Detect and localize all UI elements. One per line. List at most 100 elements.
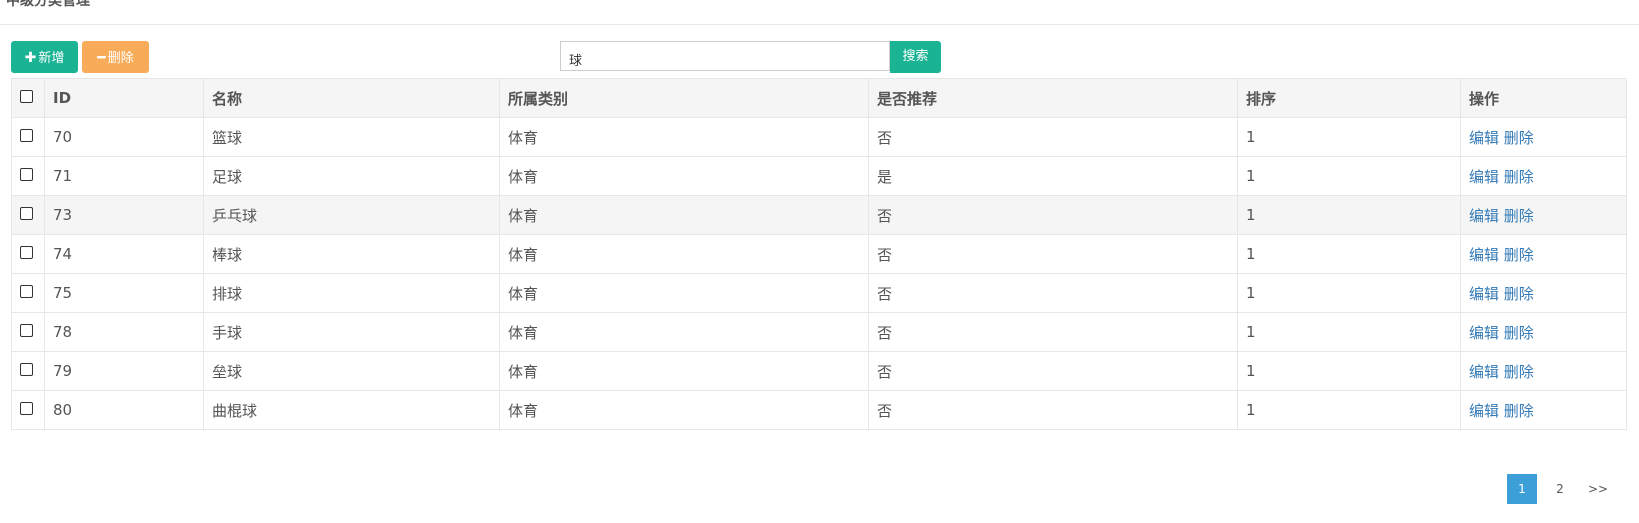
cell-recommended: 否 [868,390,1238,430]
page: 中级分类管理 ✚新增 ━删除 搜索 ID 名称 所属类别 [0,0,1639,523]
cell-name: 篮球 [203,117,500,157]
cell-category: 体育 [499,156,869,196]
edit-link[interactable]: 编辑 [1469,324,1499,342]
cell-recommended: 否 [868,273,1238,313]
delete-link[interactable]: 删除 [1504,285,1534,303]
cell-name: 手球 [203,312,500,352]
cell-recommended: 否 [868,234,1238,274]
row-select-cell [11,195,45,235]
cell-name: 排球 [203,273,500,313]
edit-link[interactable]: 编辑 [1469,129,1499,147]
edit-link[interactable]: 编辑 [1469,246,1499,264]
cell-order: 1 [1237,312,1461,352]
header-recommended: 是否推荐 [868,78,1238,118]
row-select-cell [11,156,45,196]
cell-id: 73 [44,195,204,235]
cell-id: 71 [44,156,204,196]
cell-recommended: 否 [868,351,1238,391]
delete-button[interactable]: ━ 删除 [82,41,149,73]
delete-link[interactable]: 删除 [1504,246,1534,264]
table-row: 75 排球 体育 否 1 编辑 删除 [11,273,1627,313]
row-select-cell [11,351,45,391]
cell-name: 垒球 [203,351,500,391]
cell-category: 体育 [499,273,869,313]
next-page-button[interactable]: >> [1583,474,1613,504]
row-select-cell [11,312,45,352]
row-checkbox[interactable] [20,402,33,415]
cell-order: 1 [1237,351,1461,391]
cell-recommended: 否 [868,117,1238,157]
cell-name: 乒乓球 [203,195,500,235]
header-name: 名称 [203,78,500,118]
cell-category: 体育 [499,390,869,430]
cell-id: 70 [44,117,204,157]
search-button[interactable]: 搜索 [890,41,941,73]
cell-actions: 编辑 删除 [1460,117,1627,157]
delete-link[interactable]: 删除 [1504,207,1534,225]
delete-link[interactable]: 删除 [1504,363,1534,381]
row-select-cell [11,390,45,430]
cell-id: 74 [44,234,204,274]
edit-link[interactable]: 编辑 [1469,402,1499,420]
category-table: ID 名称 所属类别 是否推荐 排序 操作 70 篮球 体育 否 1 编辑 删除… [11,78,1627,430]
table-row: 74 棒球 体育 否 1 编辑 删除 [11,234,1627,274]
page-button-2[interactable]: 2 [1545,474,1575,504]
cell-order: 1 [1237,234,1461,274]
page-button-1[interactable]: 1 [1507,474,1537,504]
cell-category: 体育 [499,234,869,274]
cell-category: 体育 [499,351,869,391]
table-row: 71 足球 体育 是 1 编辑 删除 [11,156,1627,196]
search-input[interactable] [560,41,890,71]
cell-order: 1 [1237,195,1461,235]
add-button-label: 新增 [38,51,65,66]
row-checkbox[interactable] [20,363,33,376]
delete-link[interactable]: 删除 [1504,402,1534,420]
row-checkbox[interactable] [20,129,33,142]
row-select-cell [11,273,45,313]
cell-actions: 编辑 删除 [1460,156,1627,196]
page-header: 中级分类管理 [0,0,1639,25]
cell-recommended: 否 [868,195,1238,235]
cell-name: 足球 [203,156,500,196]
table-row: 79 垒球 体育 否 1 编辑 删除 [11,351,1627,391]
table-header-row: ID 名称 所属类别 是否推荐 排序 操作 [11,78,1627,118]
table-row: 70 篮球 体育 否 1 编辑 删除 [11,117,1627,157]
cell-id: 78 [44,312,204,352]
delete-link[interactable]: 删除 [1504,324,1534,342]
table-row: 80 曲棍球 体育 否 1 编辑 删除 [11,390,1627,430]
row-checkbox[interactable] [20,324,33,337]
delete-link[interactable]: 删除 [1504,168,1534,186]
header-order: 排序 [1237,78,1461,118]
row-checkbox[interactable] [20,285,33,298]
cell-id: 80 [44,390,204,430]
table-row: 73 乒乓球 体育 否 1 编辑 删除 [11,195,1627,235]
edit-link[interactable]: 编辑 [1469,285,1499,303]
cell-id: 75 [44,273,204,313]
edit-link[interactable]: 编辑 [1469,168,1499,186]
header-category: 所属类别 [499,78,869,118]
row-checkbox[interactable] [20,246,33,259]
minus-icon: ━ [97,50,106,66]
row-checkbox[interactable] [20,168,33,181]
header-actions: 操作 [1460,78,1627,118]
table-row: 78 手球 体育 否 1 编辑 删除 [11,312,1627,352]
cell-actions: 编辑 删除 [1460,234,1627,274]
cell-actions: 编辑 删除 [1460,195,1627,235]
cell-order: 1 [1237,117,1461,157]
cell-actions: 编辑 删除 [1460,312,1627,352]
cell-order: 1 [1237,156,1461,196]
cell-actions: 编辑 删除 [1460,351,1627,391]
cell-name: 曲棍球 [203,390,500,430]
header-id: ID [44,78,204,118]
cell-actions: 编辑 删除 [1460,273,1627,313]
delete-link[interactable]: 删除 [1504,129,1534,147]
page-title: 中级分类管理 [6,0,90,9]
cell-actions: 编辑 删除 [1460,390,1627,430]
select-all-checkbox[interactable] [20,90,33,103]
edit-link[interactable]: 编辑 [1469,363,1499,381]
edit-link[interactable]: 编辑 [1469,207,1499,225]
row-checkbox[interactable] [20,207,33,220]
add-button[interactable]: ✚ 新增 [11,41,78,73]
cell-recommended: 是 [868,156,1238,196]
row-select-cell [11,117,45,157]
